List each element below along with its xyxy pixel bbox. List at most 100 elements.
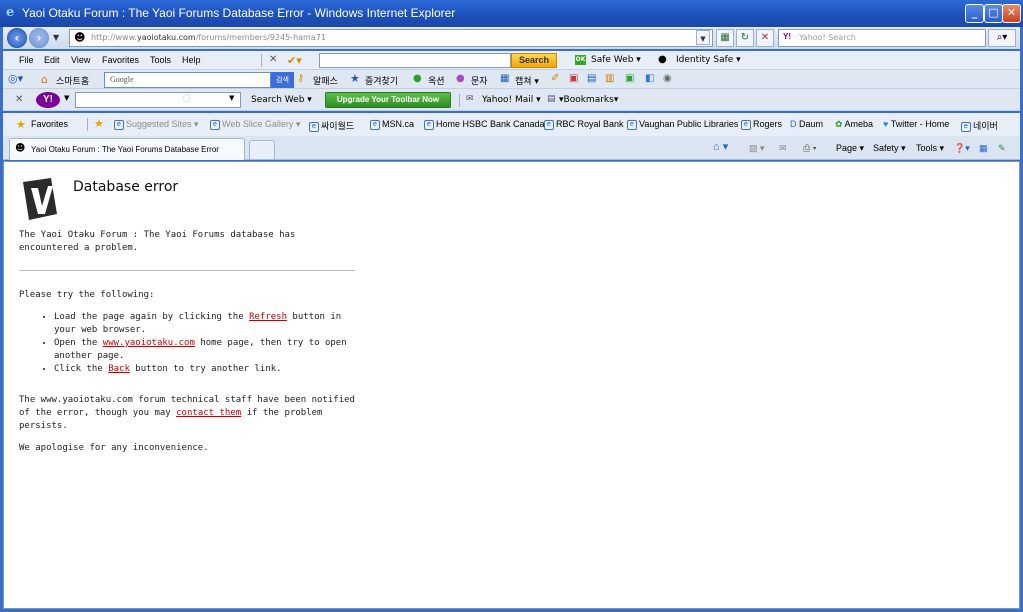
search-placeholder: Yahoo! Search: [799, 33, 856, 42]
alpass-link[interactable]: 알패스: [313, 74, 338, 87]
google-placeholder: Google: [110, 75, 134, 84]
sms-link[interactable]: 문자: [471, 74, 488, 87]
compatibility-view-icon[interactable]: ▦: [716, 29, 734, 47]
research-icon[interactable]: ▦: [979, 143, 988, 154]
ie-page-icon: e: [424, 119, 434, 130]
feeds-icon[interactable]: ▧ ▾: [749, 143, 765, 154]
notice-text: The www.yaoiotaku.com forum technical st…: [19, 395, 355, 431]
addon-icon[interactable]: ✎: [998, 143, 1006, 154]
auction-link[interactable]: 옥션: [428, 74, 445, 87]
identity-safe-menu[interactable]: Identity Safe ▾: [676, 55, 741, 65]
menu-file[interactable]: File: [19, 55, 34, 65]
yahoo-search-dropdown-icon[interactable]: ▼: [229, 94, 234, 102]
daum-icon: D: [790, 119, 799, 129]
ie-page-icon: e: [114, 119, 124, 130]
contact-link[interactable]: contact them: [176, 408, 241, 418]
help-icon[interactable]: ❓▾: [954, 143, 970, 154]
fav-rbc[interactable]: e RBC Royal Bank: [544, 119, 624, 130]
refresh-icon[interactable]: ↻: [736, 29, 754, 47]
forward-button[interactable]: ›: [29, 28, 49, 48]
yahoo-search-input[interactable]: Y! Yahoo! Search: [778, 29, 986, 47]
menu-favorites[interactable]: Favorites: [102, 55, 139, 65]
forum-logo: [23, 178, 57, 220]
print-icon[interactable]: ⎙ ▾: [803, 143, 816, 154]
toolbar-options-icon[interactable]: ◎▾: [8, 72, 23, 85]
address-dropdown-icon[interactable]: ▼: [696, 30, 710, 45]
menu-view[interactable]: View: [71, 55, 90, 65]
sms-icon: ●: [456, 73, 465, 84]
fav-twitter[interactable]: ♥ Twitter - Home: [883, 119, 949, 129]
menu-tools[interactable]: Tools: [150, 55, 171, 65]
active-tab[interactable]: ☻ Yaoi Otaku Forum : The Yaoi Forums Dat…: [9, 138, 245, 160]
yahoo-mail-link[interactable]: Yahoo! Mail ▾: [482, 95, 541, 105]
menu-edit[interactable]: Edit: [44, 55, 60, 65]
upgrade-toolbar-button[interactable]: Upgrade Your Toolbar Now: [325, 92, 451, 108]
refresh-link[interactable]: Refresh: [249, 312, 287, 322]
favorites-button[interactable]: Favorites: [31, 119, 68, 129]
korean-search-button[interactable]: 검색: [271, 72, 294, 88]
toolbar-search-button[interactable]: Search: [511, 53, 557, 68]
close-yahoo-toolbar-icon[interactable]: ✕: [15, 94, 23, 105]
tool-icon-4[interactable]: ◧: [645, 73, 654, 84]
safe-web-menu[interactable]: Safe Web ▾: [591, 55, 641, 65]
window-title: Yaoi Otaku Forum : The Yaoi Forums Datab…: [22, 6, 456, 20]
fav-cyworld[interactable]: e 싸이월드: [309, 119, 354, 132]
history-dropdown-icon[interactable]: ▼: [53, 33, 59, 42]
fav-msn[interactable]: e MSN.ca: [370, 119, 414, 130]
fav-daum[interactable]: D Daum: [790, 119, 823, 129]
bookmarks-icon: ▤: [547, 94, 556, 104]
tool-icon-5[interactable]: ◉: [663, 73, 672, 84]
yahoo-logo[interactable]: Y!: [36, 92, 60, 108]
minimize-button[interactable]: _: [965, 4, 984, 23]
fav-ameba[interactable]: ✿ Ameba: [835, 119, 873, 130]
fav-rogers[interactable]: e Rogers: [741, 119, 782, 130]
page-menu[interactable]: Page ▾: [836, 143, 864, 154]
suggestion-home: Open the www.yaoiotaku.com home page, th…: [54, 337, 359, 363]
ie-page-icon: e: [627, 119, 637, 130]
back-button[interactable]: ‹: [7, 28, 27, 48]
bookmarks-menu[interactable]: ▾Bookmarks▾: [559, 95, 618, 105]
safety-menu[interactable]: Safety ▾: [873, 143, 906, 154]
save-icon[interactable]: ▤: [587, 73, 596, 84]
back-link[interactable]: Back: [108, 364, 130, 374]
yahoo-menu-icon[interactable]: ▼: [64, 94, 69, 102]
fav-suggested-sites[interactable]: e Suggested Sites ▾: [114, 119, 199, 130]
favorites-separator: [87, 118, 88, 131]
toolbar-separator: [261, 54, 262, 67]
toolbar-search-input[interactable]: [319, 53, 511, 68]
identity-safe-icon: ●: [658, 54, 667, 65]
key-icon: ⚷: [297, 73, 305, 84]
maximize-button[interactable]: □: [984, 4, 1003, 23]
yahoo-search-input[interactable]: ◌: [75, 92, 241, 108]
stop-icon[interactable]: ✕: [756, 29, 774, 47]
norton-check-icon[interactable]: ✔▾: [287, 54, 302, 67]
new-tab-button[interactable]: [249, 140, 275, 159]
home-page-link[interactable]: www.yaoiotaku.com: [103, 338, 195, 348]
fav-web-slice-gallery[interactable]: e Web Slice Gallery ▾: [210, 119, 300, 130]
close-button[interactable]: ✕: [1002, 4, 1021, 23]
ie-page-icon: e: [210, 119, 220, 130]
search-web-button[interactable]: Search Web ▾: [251, 95, 312, 105]
capture-link[interactable]: 캡쳐 ▾: [515, 74, 539, 87]
smart-home-link[interactable]: 스마트홈: [56, 74, 89, 87]
google-search-input[interactable]: Google: [104, 72, 271, 88]
favorites-link-kr[interactable]: 즐겨찾기: [365, 74, 398, 87]
home-icon[interactable]: ⌂ ▾: [713, 140, 728, 153]
fav-hsbc[interactable]: e Home HSBC Bank Canada: [424, 119, 545, 130]
menu-help[interactable]: Help: [182, 55, 201, 65]
fav-naver[interactable]: e 네이버: [961, 119, 998, 132]
tools-menu[interactable]: Tools ▾: [916, 143, 944, 154]
tool-icon-2[interactable]: ▥: [605, 73, 614, 84]
address-input[interactable]: ☻ http://www.yaoiotaku.com/forums/member…: [69, 29, 713, 47]
read-mail-icon[interactable]: ✉: [779, 143, 787, 154]
add-favorite-icon[interactable]: ★: [94, 117, 104, 130]
fav-vaughan-library[interactable]: e Vaughan Public Libraries: [627, 119, 738, 130]
tool-icon-1[interactable]: ▣: [569, 73, 578, 84]
close-toolbar-icon[interactable]: ✕: [269, 54, 277, 65]
tab-bar: ☻ Yaoi Otaku Forum : The Yaoi Forums Dat…: [3, 136, 1020, 160]
tool-icon-3[interactable]: ▣: [625, 73, 634, 84]
ie-page-icon: e: [741, 119, 751, 130]
favorites-star-icon: ★: [16, 118, 26, 131]
search-go-button[interactable]: ⌕▾: [988, 29, 1016, 47]
brush-icon[interactable]: ✐: [551, 73, 559, 84]
